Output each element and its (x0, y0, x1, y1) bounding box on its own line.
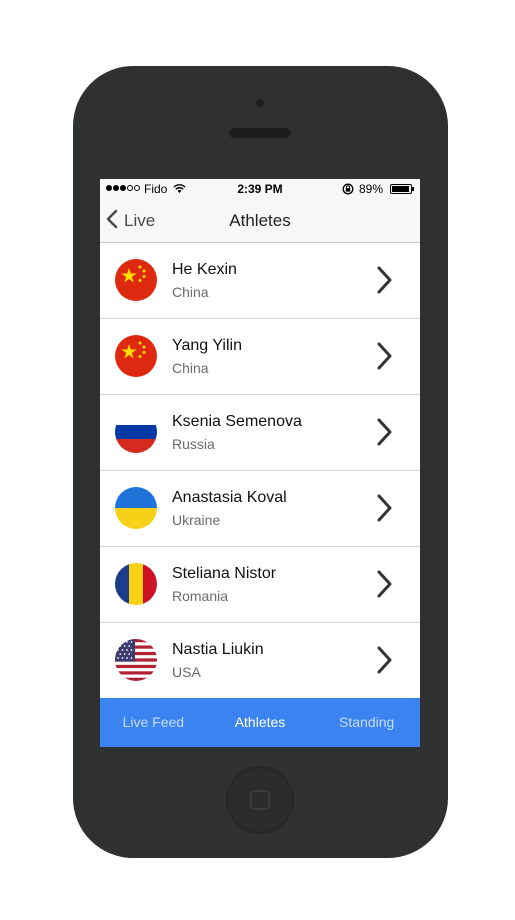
athlete-name: Nastia Liukin (172, 641, 264, 658)
list-item[interactable]: Steliana Nistor Romania (100, 547, 420, 623)
chevron-right-icon (376, 417, 392, 452)
athlete-name: Ksenia Semenova (172, 413, 302, 430)
home-square-icon (250, 790, 270, 810)
china-flag-icon (115, 335, 157, 377)
navigation-bar: Live Athletes (100, 199, 420, 243)
athlete-country: China (172, 284, 209, 300)
front-camera (256, 99, 264, 107)
battery-icon (390, 184, 412, 194)
athlete-country: USA (172, 664, 201, 680)
app-screen: Fido 2:39 PM 89% Live Athletes He Kexin … (100, 179, 420, 747)
rotation-lock-icon (342, 183, 354, 198)
tab-athletes[interactable]: Athletes (207, 698, 314, 747)
earpiece-speaker (229, 128, 291, 138)
athlete-country: Ukraine (172, 512, 221, 528)
home-button[interactable] (226, 766, 294, 834)
chevron-right-icon (376, 493, 392, 528)
athlete-country: Russia (172, 436, 215, 452)
athlete-list: He Kexin China Yang Yilin China Ksenia S… (100, 243, 420, 699)
battery-percentage: 89% (359, 182, 384, 196)
battery-tip (412, 187, 414, 191)
romania-flag-icon (115, 563, 157, 605)
chevron-right-icon (376, 341, 392, 376)
list-item[interactable]: Nastia Liukin USA (100, 623, 420, 699)
chevron-right-icon (376, 645, 392, 680)
list-item[interactable]: He Kexin China (100, 243, 420, 319)
athlete-name: Anastasia Koval (172, 489, 287, 506)
russia-flag-icon (115, 411, 157, 453)
tab-bar: Live Feed Athletes Standing (100, 698, 420, 747)
athlete-name: Steliana Nistor (172, 565, 277, 582)
status-bar: Fido 2:39 PM 89% (100, 179, 420, 199)
tab-live-feed[interactable]: Live Feed (100, 698, 207, 747)
tab-standing[interactable]: Standing (313, 698, 420, 747)
list-item[interactable]: Ksenia Semenova Russia (100, 395, 420, 471)
ukraine-flag-icon (115, 487, 157, 529)
list-item[interactable]: Yang Yilin China (100, 319, 420, 395)
china-flag-icon (115, 259, 157, 301)
list-item[interactable]: Anastasia Koval Ukraine (100, 471, 420, 547)
chevron-right-icon (376, 265, 392, 300)
athlete-name: He Kexin (172, 261, 237, 278)
chevron-right-icon (376, 569, 392, 604)
athlete-country: China (172, 360, 209, 376)
athlete-country: Romania (172, 588, 229, 604)
athlete-name: Yang Yilin (172, 337, 242, 354)
page-title: Athletes (229, 211, 291, 230)
usa-flag-icon (115, 639, 157, 681)
